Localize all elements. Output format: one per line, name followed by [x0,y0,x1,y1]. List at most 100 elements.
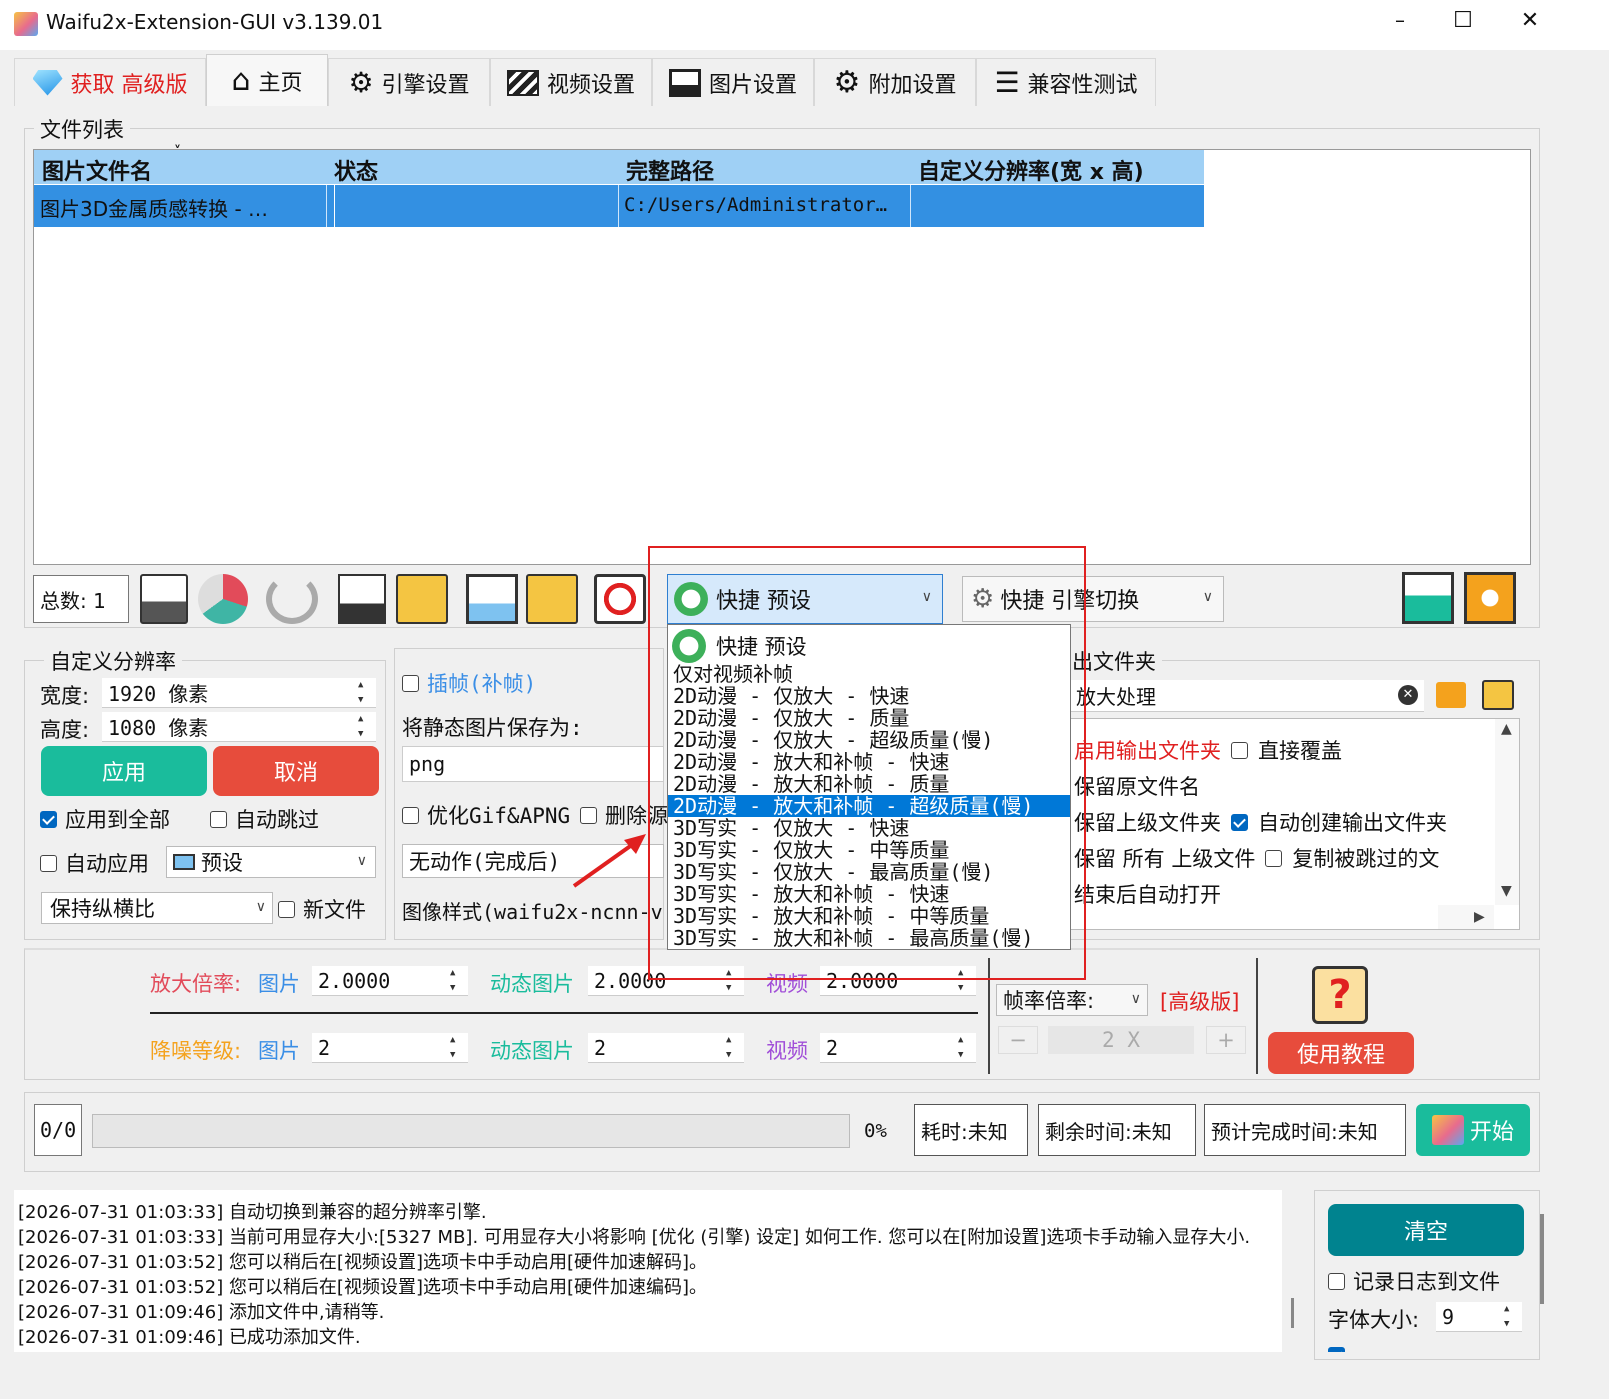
tab-video-settings[interactable]: 视频设置 [490,58,652,106]
apply-all-checkbox[interactable]: 应用到全部 [40,804,170,834]
tab-premium[interactable]: 获取 高级版 [14,58,206,106]
tab-compat-test[interactable]: ☰ 兼容性测试 [976,58,1156,106]
column-header-path[interactable]: 完整路径 [626,154,714,186]
keep-name-option[interactable]: 保留原文件名 [1074,771,1200,801]
scale-img-stepper[interactable]: ▲ ▼ [450,968,466,993]
tutorial-button[interactable]: 使用教程 [1268,1032,1414,1074]
fps-plus-button[interactable]: + [1206,1026,1246,1054]
overwrite-label: 直接覆盖 [1258,739,1342,763]
minimize-button[interactable]: – [1375,8,1425,42]
height-stepper[interactable]: ▲ ▼ [358,714,374,739]
denoise-video-stepper[interactable]: ▲ ▼ [958,1035,974,1060]
open-folder-icon[interactable] [1482,680,1514,710]
shutdown-icon[interactable] [594,574,646,624]
auto-apply-checkbox[interactable]: 自动应用 [40,848,149,878]
tab-engine-settings[interactable]: ⚙ 引擎设置 [328,58,490,106]
clear-path-icon[interactable]: ✕ [1398,685,1418,705]
auto-skip-check[interactable] [210,810,227,828]
auto-apply-check[interactable] [40,854,57,872]
tab-premium-label: 获取 高级版 [70,72,188,98]
delete-file-icon[interactable] [140,574,188,624]
optimize-gif-check[interactable] [402,806,419,824]
overwrite-check[interactable] [1231,741,1248,759]
column-header-filename[interactable]: 图片文件名 [42,154,152,186]
keep-all-parent-option[interactable]: 保留 所有 上级文件 复制被跳过的文 [1074,843,1439,873]
tab-image-settings[interactable]: 图片设置 [652,58,814,106]
premium-label: [高级版] [1160,990,1240,1014]
maximize-button[interactable]: ☐ [1438,8,1488,42]
column-header-status[interactable]: 状态 [334,154,378,186]
enable-output-option[interactable]: 启用输出文件夹 直接覆盖 [1074,735,1342,765]
output-options-list[interactable]: 启用输出文件夹 直接覆盖 保留原文件名 保留上级文件夹 自动创建输出文件夹 保留… [1068,718,1520,930]
scroll-up-icon[interactable]: ▲ [1501,721,1512,737]
save-settings-icon[interactable] [1402,572,1454,624]
format-input[interactable]: png [402,746,664,782]
engine-icon: ⚙ [348,66,374,99]
interp-checkbox[interactable]: 插帧(补帧) [402,668,536,698]
save-list-icon[interactable] [338,574,386,624]
denoise-gif-label: 动态图片 [490,1039,574,1063]
auto-scroll-check[interactable] [1328,1346,1345,1352]
column-header-resolution[interactable]: 自定义分辨率(宽 x 高) [918,154,1144,186]
delete-src-check[interactable] [580,806,597,824]
log-scroll-thumb[interactable] [1291,1298,1294,1328]
log-to-file-checkbox[interactable]: 记录日志到文件 [1328,1266,1500,1296]
image-style-label[interactable]: 图像样式(waifu2x-ncnn-v [402,896,663,925]
interp-check[interactable] [402,674,419,692]
horizontal-scrollbar[interactable]: ▶ [1438,905,1494,929]
scroll-right-icon[interactable]: ▶ [1474,909,1485,925]
table-row[interactable]: 图片3D金属质感转换 - … C:/Users/Administrator… [34,185,1204,227]
scale-img-input[interactable]: 2.0000 ▲ ▼ [312,966,468,996]
new-file-check[interactable] [278,900,295,918]
fps-minus-button[interactable]: − [998,1026,1038,1054]
log-scrollbar[interactable] [1288,1190,1298,1352]
clear-list-icon[interactable] [198,574,248,624]
res-preset-combo[interactable]: 预设 ∨ [166,846,376,878]
settings-gear-icon[interactable] [1464,572,1516,624]
auto-skip-checkbox[interactable]: 自动跳过 [210,804,319,834]
font-size-stepper[interactable]: ▲ ▼ [1504,1304,1520,1329]
auto-create-check[interactable] [1231,813,1248,831]
close-button[interactable]: ✕ [1505,8,1555,42]
load-list-icon[interactable] [396,574,448,624]
fps-value: 2 X [1048,1026,1194,1054]
denoise-gif-input[interactable]: 2 ▲ ▼ [588,1033,744,1063]
log-text-area[interactable]: [2026-07-31 01:03:33] 自动切换到兼容的超分辨率引擎. [20… [14,1190,1282,1352]
denoise-gif-stepper[interactable]: ▲ ▼ [726,1035,742,1060]
denoise-img-stepper[interactable]: ▲ ▼ [450,1035,466,1060]
denoise-img-input[interactable]: 2 ▲ ▼ [312,1033,468,1063]
copy-skipped-check[interactable] [1265,849,1283,867]
log-to-file-check[interactable] [1328,1272,1345,1290]
start-button[interactable]: 开始 [1416,1104,1530,1156]
vertical-scrollbar[interactable]: ▲ ▼ [1495,719,1519,905]
apply-all-check[interactable] [40,810,57,828]
add-video-icon[interactable] [526,574,578,624]
optimize-gif-checkbox[interactable]: 优化Gif&APNG [402,800,570,830]
apply-button[interactable]: 应用 [41,746,207,796]
width-input[interactable]: 1920 像素 ▲ ▼ [102,678,376,708]
denoise-video-input[interactable]: 2 ▲ ▼ [820,1033,976,1063]
font-size-value: 9 [1442,1304,1455,1329]
reset-icon[interactable] [266,574,318,624]
scroll-down-icon[interactable]: ▼ [1501,883,1512,899]
tab-extra-settings[interactable]: ⚙ 附加设置 [814,58,976,106]
browse-folder-icon[interactable] [1436,682,1466,708]
tab-home[interactable]: ⌂ 主页 [206,54,328,106]
clear-log-button[interactable]: 清空 [1328,1204,1524,1256]
font-size-input[interactable]: 9 ▲ ▼ [1436,1302,1522,1332]
keep-parent-option[interactable]: 保留上级文件夹 自动创建输出文件夹 [1074,807,1447,837]
cancel-button[interactable]: 取消 [213,746,379,796]
cell-status [334,185,335,227]
keep-ratio-combo[interactable]: 保持纵横比 ∨ [41,892,273,924]
new-file-checkbox[interactable]: 新文件 [278,894,366,924]
denoise-gif-value: 2 [594,1035,607,1060]
height-input[interactable]: 1080 像素 ▲ ▼ [102,712,376,742]
file-table[interactable]: 图片文件名 ˅ 状态 完整路径 自定义分辨率(宽 x 高) 图片3D金属质感转换… [33,144,1531,565]
width-stepper[interactable]: ▲ ▼ [358,680,374,705]
save-as-label: 将静态图片保存为: [402,716,583,740]
fps-combo[interactable]: 帧率倍率: ∨ [996,984,1148,1016]
output-path-input[interactable]: 放大处理 ✕ [1070,680,1424,712]
log-panel-scrollbar[interactable] [1540,1214,1544,1304]
add-image-icon[interactable] [466,574,518,624]
open-after-option[interactable]: 结束后自动打开 [1074,879,1221,909]
